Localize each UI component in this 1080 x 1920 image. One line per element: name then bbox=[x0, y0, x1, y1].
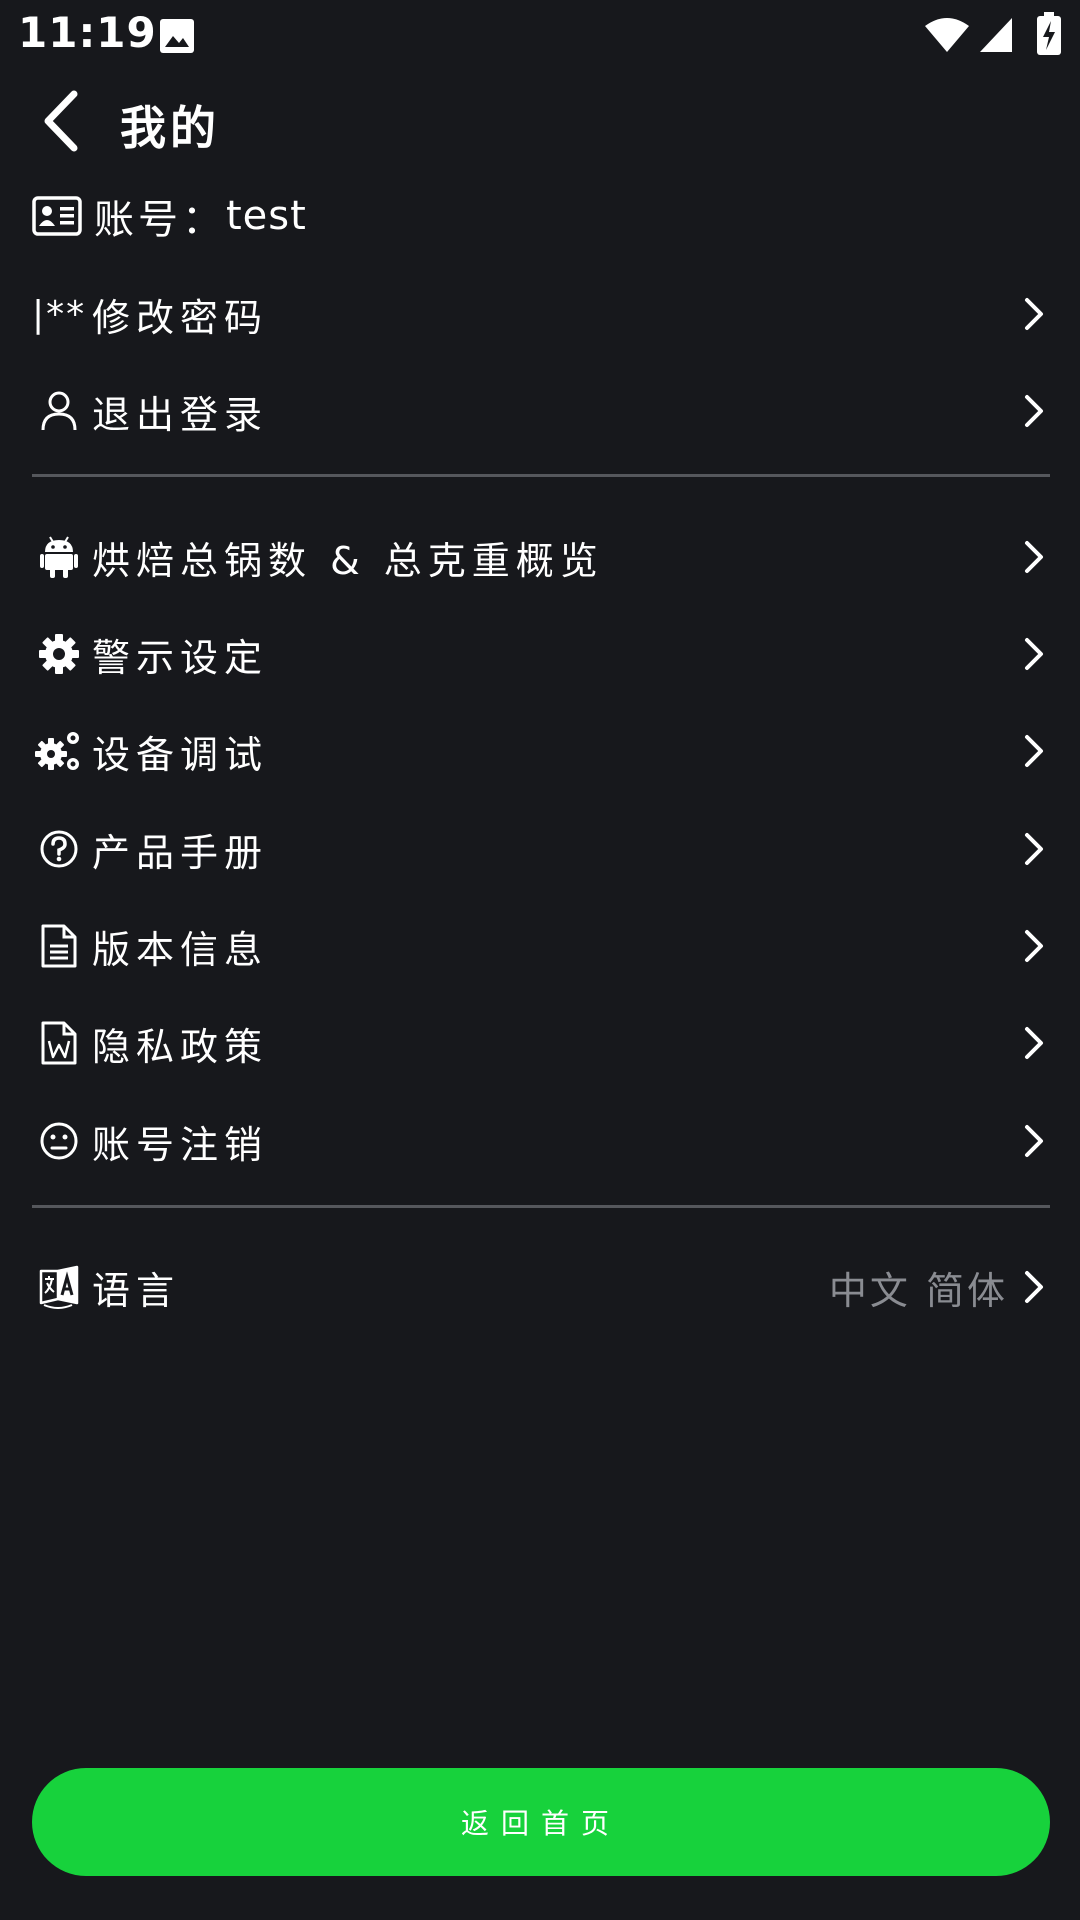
privacy-policy-label: 隐私政策 bbox=[92, 1024, 269, 1069]
privacy-policy-item[interactable]: 隐私政策 bbox=[32, 1003, 1048, 1083]
user-icon bbox=[41, 391, 77, 431]
language-value: 中文 简体 bbox=[828, 1268, 1008, 1313]
logout-label: 退出登录 bbox=[92, 392, 269, 437]
back-button[interactable] bbox=[36, 88, 90, 154]
baking-overview-label: 烘焙总锅数 & 总克重概览 bbox=[92, 538, 604, 583]
return-home-button[interactable]: 返回首页 bbox=[32, 1768, 1050, 1876]
version-info-label: 版本信息 bbox=[92, 927, 269, 972]
status-time: 11:19 bbox=[18, 8, 157, 57]
chevron-right-icon bbox=[1025, 541, 1043, 573]
chevron-right-icon bbox=[1025, 1027, 1043, 1059]
language-label: 语言 bbox=[92, 1268, 181, 1313]
chevron-right-icon bbox=[1025, 298, 1043, 330]
product-manual-item[interactable]: 产品手册 bbox=[32, 809, 1048, 889]
help-circle-icon bbox=[40, 830, 78, 868]
chevron-right-icon bbox=[1025, 638, 1043, 670]
chevron-right-icon bbox=[1025, 833, 1043, 865]
android-icon bbox=[40, 536, 78, 578]
alert-settings-item[interactable]: 警示设定 bbox=[32, 614, 1048, 694]
account-label: 账号： bbox=[94, 197, 226, 243]
version-info-item[interactable]: 版本信息 bbox=[32, 906, 1048, 986]
password-icon: |** bbox=[32, 293, 87, 335]
device-debug-label: 设备调试 bbox=[92, 732, 269, 777]
word-document-icon bbox=[41, 1021, 77, 1065]
app-header: 我的 bbox=[0, 70, 1080, 170]
change-password-label: 修改密码 bbox=[92, 295, 269, 340]
alert-settings-label: 警示设定 bbox=[92, 635, 269, 680]
section-divider bbox=[32, 1205, 1050, 1208]
section-divider bbox=[32, 474, 1050, 477]
translate-icon bbox=[39, 1265, 79, 1309]
language-item[interactable]: 语言 中文 简体 bbox=[32, 1247, 1048, 1327]
id-card-icon bbox=[32, 196, 82, 236]
status-bar: 11:19 bbox=[0, 0, 1080, 70]
chevron-right-icon bbox=[1025, 930, 1043, 962]
change-password-item[interactable]: |** 修改密码 bbox=[32, 274, 1048, 354]
product-manual-label: 产品手册 bbox=[92, 830, 269, 875]
document-icon bbox=[41, 924, 77, 968]
chevron-right-icon bbox=[1025, 395, 1043, 427]
chevron-right-icon bbox=[1025, 1271, 1043, 1303]
gears-icon bbox=[35, 732, 79, 770]
account-info: 账号： test bbox=[32, 186, 307, 246]
account-deletion-label: 账号注销 bbox=[92, 1122, 269, 1167]
signal-icon bbox=[980, 18, 1012, 52]
neutral-face-icon bbox=[40, 1122, 78, 1160]
battery-charging-icon bbox=[1037, 12, 1061, 55]
photo-icon bbox=[160, 19, 194, 53]
wifi-icon bbox=[925, 18, 969, 52]
chevron-right-icon bbox=[1025, 735, 1043, 767]
device-debug-item[interactable]: 设备调试 bbox=[32, 711, 1048, 791]
logout-item[interactable]: 退出登录 bbox=[32, 371, 1048, 451]
account-value: test bbox=[226, 193, 307, 239]
gear-icon bbox=[39, 634, 79, 674]
account-deletion-item[interactable]: 账号注销 bbox=[32, 1101, 1048, 1181]
chevron-right-icon bbox=[1025, 1125, 1043, 1157]
baking-overview-item[interactable]: 烘焙总锅数 & 总克重概览 bbox=[32, 517, 1048, 597]
page-title: 我的 bbox=[120, 101, 220, 155]
